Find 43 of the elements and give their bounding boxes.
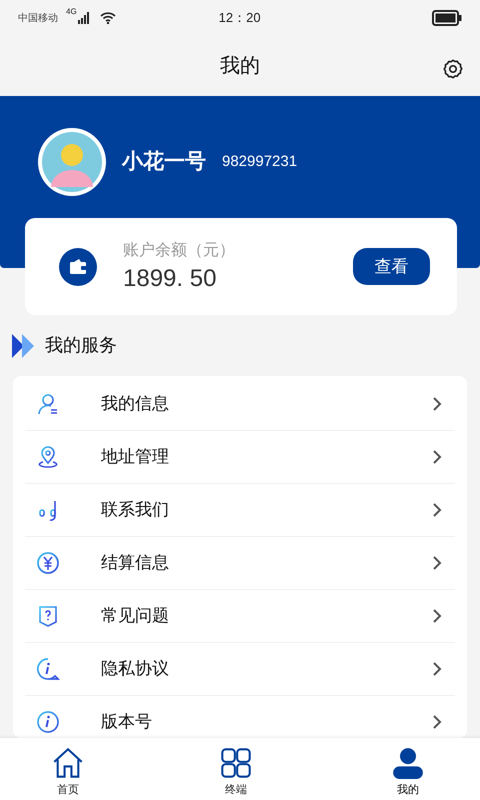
tab-button[interactable]: 我的 bbox=[336, 738, 480, 800]
menu-item-label[interactable]: 隐私协议 bbox=[101, 656, 169, 682]
yen-coin-icon bbox=[36, 551, 60, 575]
question-shield-icon bbox=[36, 604, 60, 628]
chevron-icon[interactable] bbox=[432, 449, 442, 465]
wallet-icon bbox=[59, 248, 97, 286]
carrier-name: 中国移动 bbox=[18, 12, 58, 26]
settings-icon[interactable] bbox=[442, 58, 464, 80]
chevron-icon[interactable] bbox=[432, 502, 442, 518]
info-icon bbox=[36, 710, 60, 734]
chevron-icon[interactable] bbox=[432, 555, 442, 571]
menu-item-label[interactable]: 地址管理 bbox=[101, 444, 169, 470]
avatar bbox=[37, 127, 107, 197]
chevron-icon[interactable] bbox=[432, 661, 442, 677]
menu-item-label[interactable]: 联系我们 bbox=[101, 497, 169, 523]
battery-icon bbox=[432, 10, 462, 26]
grid-icon bbox=[220, 747, 252, 779]
chevron-icon[interactable] bbox=[432, 396, 442, 412]
chevron-icon[interactable] bbox=[432, 608, 442, 624]
network-type: 4G bbox=[66, 6, 77, 18]
chevron-icon[interactable] bbox=[432, 714, 442, 730]
home-icon bbox=[52, 747, 84, 779]
tab-button[interactable]: 首页 bbox=[0, 738, 136, 800]
menu-item-label[interactable]: 常见问题 bbox=[101, 603, 169, 629]
user-name: 小花一号 bbox=[122, 149, 206, 176]
wifi-icon bbox=[100, 12, 116, 24]
clock-time: 12：20 bbox=[218, 9, 261, 28]
user-id: 982997231 bbox=[222, 152, 298, 172]
signal-icon bbox=[78, 12, 90, 24]
page-title: 我的 bbox=[220, 54, 260, 79]
person-icon bbox=[36, 392, 60, 416]
menu-item-label[interactable]: 我的信息 bbox=[101, 391, 169, 417]
menu-item-label[interactable]: 结算信息 bbox=[101, 550, 169, 576]
section-title: 我的服务 bbox=[45, 334, 117, 357]
info-bubble-icon bbox=[36, 657, 60, 681]
double-arrow-icon bbox=[12, 334, 37, 358]
balance-amount: 1899. 50 bbox=[123, 264, 218, 294]
balance-label: 账户余额（元） bbox=[123, 240, 235, 260]
view-button[interactable]: 查看 bbox=[353, 248, 430, 285]
location-pin-icon bbox=[36, 445, 60, 469]
tab-button[interactable]: 终端 bbox=[136, 738, 336, 800]
person-icon bbox=[392, 747, 424, 779]
menu-item-label[interactable]: 版本号 bbox=[101, 709, 152, 735]
